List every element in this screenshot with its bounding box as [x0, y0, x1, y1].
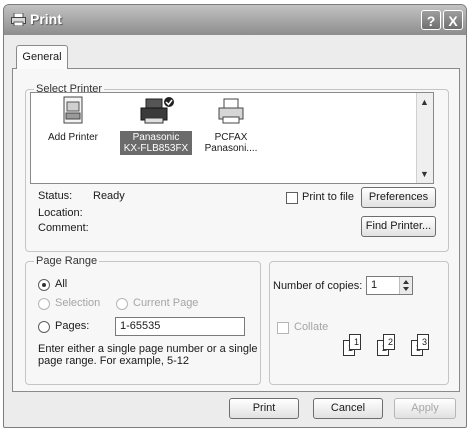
comment-label: Comment: — [38, 222, 89, 234]
fax-printer-icon — [218, 98, 244, 124]
copies-spinner[interactable] — [399, 277, 412, 294]
collate-label[interactable]: Collate — [294, 321, 328, 333]
title-bar: Print ? X — [4, 5, 466, 35]
scroll-up-icon[interactable]: ▲ — [418, 95, 431, 109]
collate-page-3-front: 3 — [417, 334, 429, 350]
find-printer-button[interactable]: Find Printer... — [361, 216, 436, 237]
selection-label[interactable]: Selection — [55, 297, 100, 309]
page-range-legend: Page Range — [34, 255, 100, 267]
cancel-button[interactable]: Cancel — [313, 398, 383, 419]
preferences-button[interactable]: Preferences — [361, 187, 436, 208]
printer-name: Add Printer — [47, 132, 99, 143]
pages-label[interactable]: Pages: — [55, 320, 89, 332]
printer-icon — [11, 13, 26, 26]
printer-model: KX-FLB853FX — [123, 143, 189, 154]
copies-value: 1 — [371, 279, 378, 291]
printer-item-panasonic[interactable]: Panasonic KX-FLB853FX — [120, 96, 192, 155]
printer-list-scrollbar[interactable]: ▲ ▼ — [416, 93, 433, 183]
collate-page-2-front: 2 — [383, 334, 395, 350]
current-page-label[interactable]: Current Page — [133, 297, 198, 309]
printer-model: Panasoni.... — [204, 143, 258, 154]
tab-general[interactable]: General — [16, 45, 68, 69]
print-to-file-label[interactable]: Print to file — [302, 191, 354, 203]
location-label: Location: — [38, 207, 83, 216]
printer-list[interactable]: Add Printer Panasonic KX-FLB853FX PCFAX … — [30, 92, 434, 184]
printer-item-add-printer[interactable]: Add Printer — [43, 96, 103, 144]
add-printer-icon — [63, 96, 83, 124]
number-of-copies-input[interactable]: 1 — [366, 276, 413, 295]
collate-checkbox[interactable] — [277, 322, 289, 334]
all-radio[interactable] — [38, 279, 50, 291]
status-value: Ready — [93, 190, 125, 202]
window-title: Print — [30, 11, 62, 27]
scroll-down-icon[interactable]: ▼ — [418, 167, 431, 181]
pages-input[interactable]: 1-65535 — [115, 317, 245, 336]
status-label: Status: — [38, 190, 73, 202]
print-to-file-checkbox[interactable] — [286, 192, 298, 204]
selection-radio[interactable] — [38, 298, 50, 310]
all-label[interactable]: All — [55, 278, 67, 290]
spin-arrows-icon — [403, 280, 409, 291]
pages-radio[interactable] — [38, 321, 50, 333]
close-button[interactable]: X — [443, 10, 463, 30]
apply-button[interactable]: Apply — [394, 398, 456, 419]
help-button[interactable]: ? — [421, 10, 441, 30]
printer-item-pcfax[interactable]: PCFAX Panasoni.... — [199, 96, 263, 155]
page-range-hint-line1: Enter either a single page number or a s… — [38, 343, 258, 355]
panasonic-printer-icon — [140, 97, 174, 124]
page-range-hint-line2: page range. For example, 5-12 — [38, 355, 190, 367]
number-of-copies-label: Number of copies: — [273, 280, 363, 292]
print-button[interactable]: Print — [229, 398, 299, 419]
printer-name: Panasonic — [132, 132, 180, 143]
printer-name: PCFAX — [214, 132, 248, 143]
collate-page-1-front: 1 — [349, 334, 361, 350]
current-page-radio[interactable] — [116, 298, 128, 310]
